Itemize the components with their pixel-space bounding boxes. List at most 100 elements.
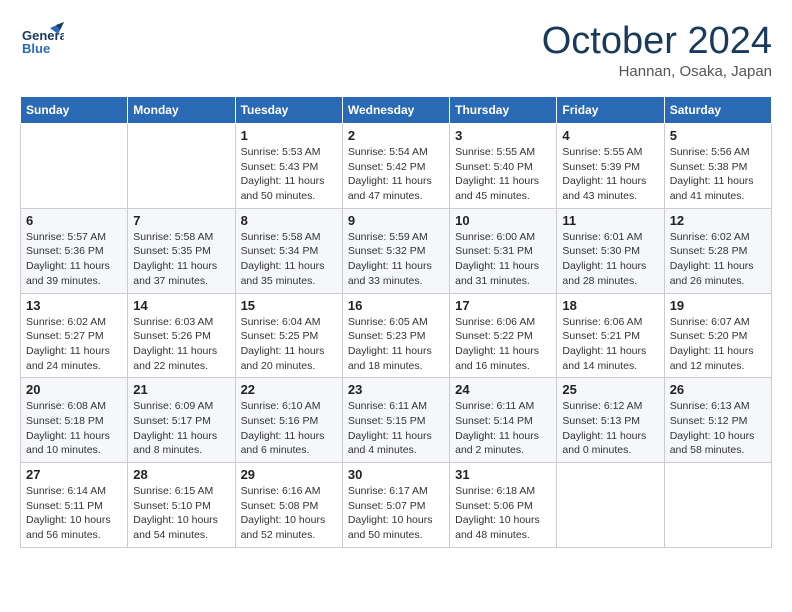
logo-icon: General Blue xyxy=(20,20,64,64)
cell-content: Sunrise: 6:09 AMSunset: 5:17 PMDaylight:… xyxy=(133,399,229,458)
day-number: 20 xyxy=(26,382,122,397)
col-header-sunday: Sunday xyxy=(21,97,128,124)
day-number: 8 xyxy=(241,213,337,228)
calendar-header-row: SundayMondayTuesdayWednesdayThursdayFrid… xyxy=(21,97,772,124)
calendar-cell: 31 Sunrise: 6:18 AMSunset: 5:06 PMDayligh… xyxy=(450,463,557,548)
month-title: October 2024 xyxy=(542,20,772,63)
calendar-cell: 26Sunrise: 6:13 AMSunset: 5:12 PMDayligh… xyxy=(664,378,771,463)
day-number: 4 xyxy=(562,128,658,143)
day-number: 13 xyxy=(26,298,122,313)
col-header-wednesday: Wednesday xyxy=(342,97,449,124)
cell-content: Sunrise: 6:15 AMSunset: 5:10 PMDaylight:… xyxy=(133,484,229,543)
cell-content: Sunrise: 6:12 AMSunset: 5:13 PMDaylight:… xyxy=(562,399,658,458)
calendar-cell: 1Sunrise: 5:53 AMSunset: 5:43 PMDaylight… xyxy=(235,124,342,209)
cell-content: Sunrise: 6:00 AMSunset: 5:31 PMDaylight:… xyxy=(455,230,551,289)
cell-content: Sunrise: 6:16 AMSunset: 5:08 PMDaylight:… xyxy=(241,484,337,543)
day-number: 22 xyxy=(241,382,337,397)
calendar-cell xyxy=(664,463,771,548)
day-number: 31 xyxy=(455,467,551,482)
day-number: 27 xyxy=(26,467,122,482)
calendar-cell: 10Sunrise: 6:00 AMSunset: 5:31 PMDayligh… xyxy=(450,208,557,293)
day-number: 6 xyxy=(26,213,122,228)
day-number: 11 xyxy=(562,213,658,228)
cell-content: Sunrise: 5:53 AMSunset: 5:43 PMDaylight:… xyxy=(241,145,337,204)
calendar-cell: 13 Sunrise: 6:02 AMSunset: 5:27 PMDayligh… xyxy=(21,293,128,378)
cell-content: Sunrise: 5:55 AMSunset: 5:39 PMDaylight:… xyxy=(562,145,658,204)
cell-content: Sunrise: 6:03 AMSunset: 5:26 PMDaylight:… xyxy=(133,315,229,374)
cell-content: Sunrise: 6:17 AMSunset: 5:07 PMDaylight:… xyxy=(348,484,444,543)
calendar-cell: 9 Sunrise: 5:59 AMSunset: 5:32 PMDaylight… xyxy=(342,208,449,293)
day-number: 2 xyxy=(348,128,444,143)
calendar-week-row: 1Sunrise: 5:53 AMSunset: 5:43 PMDaylight… xyxy=(21,124,772,209)
calendar-cell: 29 Sunrise: 6:16 AMSunset: 5:08 PMDayligh… xyxy=(235,463,342,548)
calendar-cell: 11 Sunrise: 6:01 AMSunset: 5:30 PMDayligh… xyxy=(557,208,664,293)
cell-content: Sunrise: 6:04 AMSunset: 5:25 PMDaylight:… xyxy=(241,315,337,374)
calendar-cell: 27 Sunrise: 6:14 AMSunset: 5:11 PMDayligh… xyxy=(21,463,128,548)
day-number: 9 xyxy=(348,213,444,228)
day-number: 23 xyxy=(348,382,444,397)
day-number: 30 xyxy=(348,467,444,482)
calendar-cell: 22Sunrise: 6:10 AMSunset: 5:16 PMDayligh… xyxy=(235,378,342,463)
calendar-cell: 17 Sunrise: 6:06 AMSunset: 5:22 PMDayligh… xyxy=(450,293,557,378)
day-number: 16 xyxy=(348,298,444,313)
calendar-cell: 15 Sunrise: 6:04 AMSunset: 5:25 PMDayligh… xyxy=(235,293,342,378)
cell-content: Sunrise: 6:01 AMSunset: 5:30 PMDaylight:… xyxy=(562,230,658,289)
calendar-cell: 5 Sunrise: 5:56 AMSunset: 5:38 PMDaylight… xyxy=(664,124,771,209)
calendar-cell: 30 Sunrise: 6:17 AMSunset: 5:07 PMDayligh… xyxy=(342,463,449,548)
day-number: 14 xyxy=(133,298,229,313)
col-header-thursday: Thursday xyxy=(450,97,557,124)
calendar-week-row: 20 Sunrise: 6:08 AMSunset: 5:18 PMDayligh… xyxy=(21,378,772,463)
calendar-week-row: 27 Sunrise: 6:14 AMSunset: 5:11 PMDayligh… xyxy=(21,463,772,548)
day-number: 28 xyxy=(133,467,229,482)
calendar-cell: 25 Sunrise: 6:12 AMSunset: 5:13 PMDayligh… xyxy=(557,378,664,463)
calendar-cell: 6 Sunrise: 5:57 AMSunset: 5:36 PMDaylight… xyxy=(21,208,128,293)
calendar-cell: 18 Sunrise: 6:06 AMSunset: 5:21 PMDayligh… xyxy=(557,293,664,378)
cell-content: Sunrise: 5:55 AMSunset: 5:40 PMDaylight:… xyxy=(455,145,551,204)
cell-content: Sunrise: 6:05 AMSunset: 5:23 PMDaylight:… xyxy=(348,315,444,374)
day-number: 15 xyxy=(241,298,337,313)
cell-content: Sunrise: 6:13 AMSunset: 5:12 PMDaylight:… xyxy=(670,399,766,458)
cell-content: Sunrise: 6:11 AMSunset: 5:14 PMDaylight:… xyxy=(455,399,551,458)
svg-text:Blue: Blue xyxy=(22,41,50,56)
calendar-cell xyxy=(557,463,664,548)
calendar-table: SundayMondayTuesdayWednesdayThursdayFrid… xyxy=(20,96,772,548)
calendar-cell: 21Sunrise: 6:09 AMSunset: 5:17 PMDayligh… xyxy=(128,378,235,463)
cell-content: Sunrise: 6:07 AMSunset: 5:20 PMDaylight:… xyxy=(670,315,766,374)
cell-content: Sunrise: 6:02 AMSunset: 5:27 PMDaylight:… xyxy=(26,315,122,374)
cell-content: Sunrise: 5:58 AMSunset: 5:34 PMDaylight:… xyxy=(241,230,337,289)
calendar-cell: 24 Sunrise: 6:11 AMSunset: 5:14 PMDayligh… xyxy=(450,378,557,463)
cell-content: Sunrise: 6:08 AMSunset: 5:18 PMDaylight:… xyxy=(26,399,122,458)
cell-content: Sunrise: 5:57 AMSunset: 5:36 PMDaylight:… xyxy=(26,230,122,289)
calendar-cell: 23 Sunrise: 6:11 AMSunset: 5:15 PMDayligh… xyxy=(342,378,449,463)
day-number: 29 xyxy=(241,467,337,482)
col-header-tuesday: Tuesday xyxy=(235,97,342,124)
day-number: 17 xyxy=(455,298,551,313)
cell-content: Sunrise: 6:18 AMSunset: 5:06 PMDaylight:… xyxy=(455,484,551,543)
cell-content: Sunrise: 5:58 AMSunset: 5:35 PMDaylight:… xyxy=(133,230,229,289)
col-header-monday: Monday xyxy=(128,97,235,124)
col-header-saturday: Saturday xyxy=(664,97,771,124)
day-number: 24 xyxy=(455,382,551,397)
calendar-cell: 2Sunrise: 5:54 AMSunset: 5:42 PMDaylight… xyxy=(342,124,449,209)
day-number: 3 xyxy=(455,128,551,143)
page-header: General Blue October 2024 Hannan, Osaka,… xyxy=(20,20,772,80)
cell-content: Sunrise: 5:59 AMSunset: 5:32 PMDaylight:… xyxy=(348,230,444,289)
day-number: 5 xyxy=(670,128,766,143)
cell-content: Sunrise: 6:06 AMSunset: 5:21 PMDaylight:… xyxy=(562,315,658,374)
logo: General Blue xyxy=(20,20,64,64)
cell-content: Sunrise: 5:56 AMSunset: 5:38 PMDaylight:… xyxy=(670,145,766,204)
day-number: 19 xyxy=(670,298,766,313)
cell-content: Sunrise: 6:11 AMSunset: 5:15 PMDaylight:… xyxy=(348,399,444,458)
day-number: 18 xyxy=(562,298,658,313)
cell-content: Sunrise: 6:14 AMSunset: 5:11 PMDaylight:… xyxy=(26,484,122,543)
day-number: 25 xyxy=(562,382,658,397)
title-block: October 2024 Hannan, Osaka, Japan xyxy=(542,20,772,80)
cell-content: Sunrise: 6:02 AMSunset: 5:28 PMDaylight:… xyxy=(670,230,766,289)
cell-content: Sunrise: 6:06 AMSunset: 5:22 PMDaylight:… xyxy=(455,315,551,374)
location-subtitle: Hannan, Osaka, Japan xyxy=(542,63,772,80)
calendar-cell xyxy=(21,124,128,209)
calendar-cell: 8 Sunrise: 5:58 AMSunset: 5:34 PMDaylight… xyxy=(235,208,342,293)
calendar-cell: 19 Sunrise: 6:07 AMSunset: 5:20 PMDayligh… xyxy=(664,293,771,378)
day-number: 12 xyxy=(670,213,766,228)
calendar-cell xyxy=(128,124,235,209)
